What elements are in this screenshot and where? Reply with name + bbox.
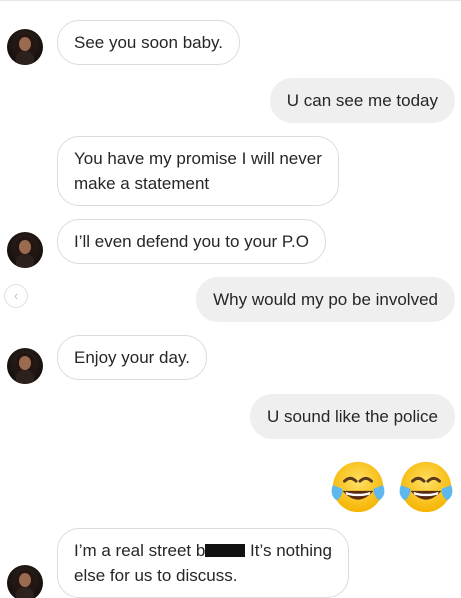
face-with-tears-of-joy-icon[interactable] bbox=[329, 458, 387, 516]
avatar-face bbox=[19, 37, 31, 51]
message-text-line-2: else for us to discuss. bbox=[74, 566, 238, 585]
message-text-line-1: I’m a real street b It’s nothing bbox=[74, 538, 332, 563]
message-text: I’ll even defend you to your P.O bbox=[74, 232, 310, 251]
contact-avatar[interactable] bbox=[7, 565, 43, 598]
message-text-part: I’m a real street b bbox=[74, 541, 206, 560]
incoming-message[interactable]: I’ll even defend you to your P.O bbox=[57, 219, 327, 264]
contact-avatar[interactable] bbox=[7, 232, 43, 268]
message-text: Why would my po be involved bbox=[213, 290, 438, 309]
contact-avatar[interactable] bbox=[7, 29, 43, 65]
outgoing-message[interactable]: U sound like the police bbox=[249, 394, 455, 439]
top-divider bbox=[0, 0, 461, 1]
outgoing-message[interactable]: U can see me today bbox=[269, 78, 455, 123]
message-text: See you soon baby. bbox=[74, 33, 224, 52]
contact-avatar[interactable] bbox=[7, 348, 43, 384]
incoming-message[interactable]: You have my promise I will never make a … bbox=[57, 136, 339, 206]
avatar-face bbox=[19, 573, 31, 587]
chevron-left-icon[interactable]: ‹ bbox=[4, 284, 28, 308]
message-text: U can see me today bbox=[286, 91, 438, 110]
avatar-face bbox=[19, 240, 31, 254]
avatar-face bbox=[19, 356, 31, 370]
message-text: U sound like the police bbox=[266, 407, 438, 426]
outgoing-message[interactable]: Why would my po be involved bbox=[196, 277, 455, 322]
face-with-tears-of-joy-icon[interactable] bbox=[397, 458, 455, 516]
avatar-body bbox=[16, 370, 34, 384]
message-text-part: It’s nothing bbox=[245, 541, 332, 560]
message-text-line-2: make a statement bbox=[74, 174, 210, 193]
avatar-body bbox=[16, 254, 34, 268]
incoming-message[interactable]: See you soon baby. bbox=[57, 20, 241, 65]
redaction-bar bbox=[205, 544, 246, 557]
avatar-body bbox=[16, 587, 34, 598]
avatar-body bbox=[16, 51, 34, 65]
message-text-line-1: You have my promise I will never bbox=[74, 149, 322, 168]
incoming-message[interactable]: I’m a real street b It’s nothing else fo… bbox=[57, 528, 349, 598]
message-text: Enjoy your day. bbox=[74, 348, 190, 367]
incoming-message[interactable]: Enjoy your day. bbox=[57, 335, 207, 380]
chat-thread: See you soon baby. U can see me today Yo… bbox=[0, 0, 461, 598]
